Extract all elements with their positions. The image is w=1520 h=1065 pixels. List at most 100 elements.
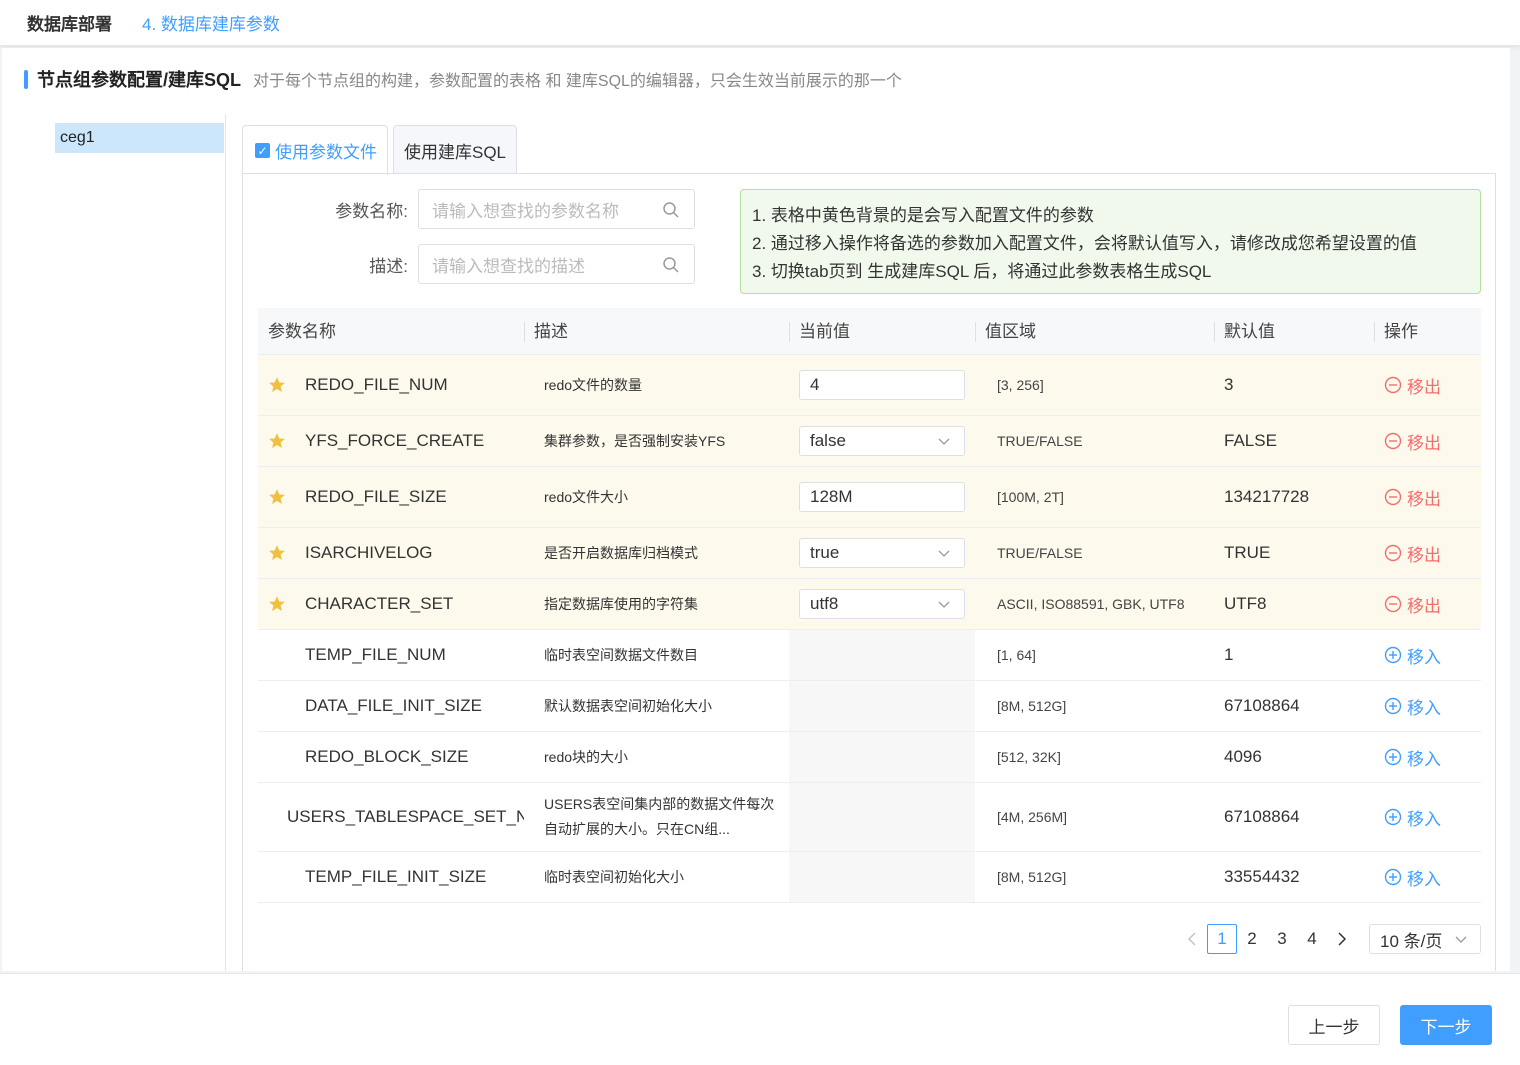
main-panel: 节点组参数配置/建库SQL 对于每个节点组的构建，参数配置的表格 和 建库SQL… bbox=[2, 48, 1510, 971]
cell-range: [1, 64] bbox=[997, 647, 1036, 663]
prev-step-button[interactable]: 上一步 bbox=[1288, 1005, 1380, 1045]
cell-default: 3 bbox=[1224, 375, 1234, 394]
search-placeholder: 请输入想查找的描述 bbox=[432, 256, 585, 276]
add-button[interactable]: 移入 bbox=[1384, 805, 1441, 830]
action-label: 移出 bbox=[1407, 433, 1441, 453]
cell-action: 移出 bbox=[1374, 579, 1481, 629]
current-value-select[interactable]: utf8 bbox=[799, 589, 965, 619]
checkbox-checked-icon[interactable]: ✓ bbox=[255, 143, 270, 158]
chevron-down-icon bbox=[938, 438, 950, 445]
tab-bar: ✓ 使用参数文件 使用建库SQL bbox=[242, 125, 522, 175]
cell-param-name: REDO_FILE_NUM bbox=[258, 355, 524, 415]
remove-button[interactable]: 移出 bbox=[1384, 485, 1441, 510]
cell-desc: 集群参数，是否强制安装YFS bbox=[544, 432, 726, 449]
param-name-text: REDO_FILE_SIZE bbox=[305, 487, 447, 506]
param-name-text: TEMP_FILE_NUM bbox=[305, 645, 446, 664]
cell-range: [8M, 512G] bbox=[997, 869, 1067, 885]
node-group-item[interactable]: ceg1 bbox=[55, 123, 224, 153]
cell-param-name: DATA_FILE_INIT_SIZE bbox=[258, 681, 524, 731]
cell-action: 移出 bbox=[1374, 416, 1481, 466]
cell-default: 33554432 bbox=[1224, 867, 1300, 886]
param-name-text: ISARCHIVELOG bbox=[305, 543, 433, 562]
cell-param-name: ISARCHIVELOG bbox=[258, 528, 524, 578]
remove-button[interactable]: 移出 bbox=[1384, 541, 1441, 566]
cell-desc: USERS表空间集内部的数据文件每次自动扩展的大小。只在CN组... bbox=[544, 796, 775, 837]
plus-circle-icon bbox=[1384, 697, 1402, 715]
add-button[interactable]: 移入 bbox=[1384, 865, 1441, 890]
cell-range: [512, 32K] bbox=[997, 749, 1061, 765]
col-header-default: 默认值 bbox=[1214, 308, 1374, 355]
minus-circle-icon bbox=[1384, 376, 1402, 394]
next-step-button[interactable]: 下一步 bbox=[1400, 1005, 1492, 1045]
section-description: 对于每个节点组的构建，参数配置的表格 和 建库SQL的编辑器，只会生效当前展示的… bbox=[253, 73, 902, 90]
param-name-search-input[interactable]: 请输入想查找的参数名称 bbox=[418, 189, 695, 229]
current-value-select[interactable]: false bbox=[799, 426, 965, 456]
page-3-button[interactable]: 3 bbox=[1267, 924, 1297, 954]
search-icon[interactable] bbox=[662, 256, 680, 274]
col-header-range: 值区域 bbox=[975, 308, 1214, 355]
tab-create-sql[interactable]: 使用建库SQL bbox=[393, 125, 518, 174]
param-name-text: USERS_TABLESPACE_SET_NEXT_SIZE bbox=[287, 807, 524, 826]
chevron-down-icon bbox=[938, 550, 950, 557]
minus-circle-icon bbox=[1384, 488, 1402, 506]
chevron-right-icon bbox=[1338, 932, 1347, 946]
col-header-desc: 描述 bbox=[524, 308, 789, 355]
filter-name-row: 参数名称: 请输入想查找的参数名称 bbox=[243, 189, 695, 229]
cell-action: 移出 bbox=[1374, 528, 1481, 578]
table-row: CHARACTER_SET 指定数据库使用的字符集 utf8 ASCII, ISO88… bbox=[258, 579, 1481, 630]
cell-param-name: REDO_BLOCK_SIZE bbox=[258, 732, 524, 782]
action-label: 移出 bbox=[1407, 489, 1441, 509]
cell-range: TRUE/FALSE bbox=[997, 545, 1083, 561]
action-label: 移出 bbox=[1407, 377, 1441, 397]
current-value-select[interactable]: true bbox=[799, 538, 965, 568]
cell-range: [4M, 256M] bbox=[997, 809, 1068, 825]
cell-desc: redo文件大小 bbox=[544, 488, 629, 505]
cell-range: TRUE/FALSE bbox=[997, 433, 1083, 449]
cell-current-value bbox=[789, 852, 975, 902]
page-2-button[interactable]: 2 bbox=[1237, 924, 1267, 954]
current-value-text: 4 bbox=[810, 375, 820, 394]
tab-content: 参数名称: 请输入想查找的参数名称 描述: 请输入想查找的描述 1. 表格中黄色… bbox=[242, 173, 1496, 971]
chevron-left-icon bbox=[1187, 932, 1196, 946]
breadcrumb-current: 4. 数据库建库参数 bbox=[142, 15, 280, 34]
cell-desc: 临时表空间初始化大小 bbox=[544, 868, 684, 885]
cell-action: 移入 bbox=[1374, 852, 1481, 902]
cell-param-name: REDO_FILE_SIZE bbox=[258, 467, 524, 527]
section-title: 节点组参数配置/建库SQL bbox=[37, 70, 242, 90]
cell-current-value: 128M bbox=[789, 467, 975, 527]
prev-page-button[interactable] bbox=[1177, 924, 1207, 954]
cell-range: [8M, 512G] bbox=[997, 698, 1067, 714]
remove-button[interactable]: 移出 bbox=[1384, 592, 1441, 617]
cell-current-value: utf8 bbox=[789, 579, 975, 629]
cell-param-name: TEMP_FILE_NUM bbox=[258, 630, 524, 680]
param-name-text: REDO_FILE_NUM bbox=[305, 375, 448, 394]
table-row: REDO_FILE_SIZE redo文件大小 128M [100M, 2T] 1342… bbox=[258, 467, 1481, 528]
add-button[interactable]: 移入 bbox=[1384, 745, 1441, 770]
cell-current-value bbox=[789, 681, 975, 731]
add-button[interactable]: 移入 bbox=[1384, 694, 1441, 719]
current-value-input[interactable]: 128M bbox=[799, 482, 965, 512]
breadcrumb-root[interactable]: 数据库部署 bbox=[27, 10, 112, 35]
cell-range: ASCII, ISO88591, GBK, UTF8 bbox=[997, 596, 1185, 612]
cell-action: 移入 bbox=[1374, 783, 1481, 851]
cell-param-name: CHARACTER_SET bbox=[258, 579, 524, 629]
table-row: TEMP_FILE_INIT_SIZE 临时表空间初始化大小 [8M, 512G] 3… bbox=[258, 852, 1481, 903]
page-size-select[interactable]: 10 条/页 bbox=[1369, 924, 1481, 954]
remove-button[interactable]: 移出 bbox=[1384, 429, 1441, 454]
param-name-text: TEMP_FILE_INIT_SIZE bbox=[305, 867, 487, 886]
section-accent-bar bbox=[24, 69, 28, 89]
tab-param-file[interactable]: ✓ 使用参数文件 bbox=[242, 125, 388, 175]
page-4-button[interactable]: 4 bbox=[1297, 924, 1327, 954]
next-page-button[interactable] bbox=[1327, 924, 1357, 954]
remove-button[interactable]: 移出 bbox=[1384, 373, 1441, 398]
cell-param-name: USERS_TABLESPACE_SET_NEXT_SIZE bbox=[258, 783, 524, 851]
current-value-input[interactable]: 4 bbox=[799, 370, 965, 400]
add-button[interactable]: 移入 bbox=[1384, 643, 1441, 668]
table-body: REDO_FILE_NUM redo文件的数量 4 [3, 256] 3 移出 YFS_FO… bbox=[258, 355, 1481, 903]
page-1-button[interactable]: 1 bbox=[1207, 924, 1237, 954]
plus-circle-icon bbox=[1384, 808, 1402, 826]
search-icon[interactable] bbox=[662, 201, 680, 219]
breadcrumb: 数据库部署 4. 数据库建库参数 bbox=[0, 0, 1520, 46]
action-label: 移出 bbox=[1407, 596, 1441, 616]
desc-search-input[interactable]: 请输入想查找的描述 bbox=[418, 244, 695, 284]
